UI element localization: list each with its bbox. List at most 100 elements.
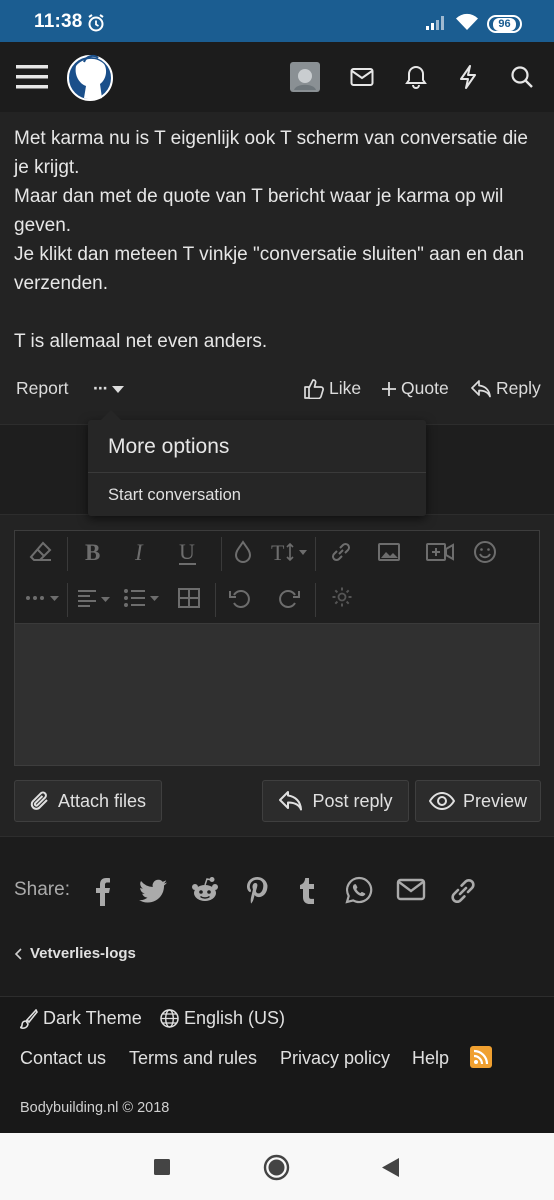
facebook-icon[interactable] <box>92 876 112 906</box>
toolbar-divider <box>67 583 68 617</box>
reply-button[interactable]: Reply <box>471 378 541 399</box>
reddit-icon[interactable] <box>190 876 220 904</box>
redo-icon[interactable] <box>277 586 301 610</box>
svg-text:B: B <box>85 540 100 564</box>
link-icon[interactable] <box>329 540 353 564</box>
site-logo[interactable] <box>66 52 114 102</box>
search-icon <box>510 65 534 89</box>
eye-icon <box>428 792 455 810</box>
font-size-icon[interactable]: T <box>271 540 311 564</box>
copyright-text: Bodybuilding.nl © 2018 <box>20 1100 170 1116</box>
toolbar-divider <box>215 583 216 617</box>
privacy-policy-link[interactable]: Privacy policy <box>280 1048 390 1069</box>
whatsapp-icon[interactable] <box>345 876 373 904</box>
post-paragraph: T is allemaal net even anders. <box>14 331 268 352</box>
underline-icon[interactable]: U <box>177 540 199 566</box>
paperclip-icon <box>30 790 50 812</box>
toolbar-divider <box>315 537 316 571</box>
image-icon[interactable] <box>377 540 401 564</box>
post-reply-button[interactable]: Post reply <box>262 780 409 822</box>
svg-text:I: I <box>134 540 144 564</box>
table-icon[interactable] <box>177 586 201 610</box>
color-drop-icon[interactable] <box>233 540 253 564</box>
italic-icon[interactable]: I <box>132 540 150 564</box>
more-tools-icon[interactable] <box>25 586 63 610</box>
rss-icon[interactable] <box>470 1046 492 1068</box>
terms-link[interactable]: Terms and rules <box>129 1048 257 1069</box>
recents-icon[interactable] <box>154 1159 170 1175</box>
alerts-button[interactable] <box>396 42 436 112</box>
bold-icon[interactable]: B <box>83 540 103 564</box>
ellipsis-icon: ··· <box>93 378 109 398</box>
message-textarea[interactable] <box>15 623 539 765</box>
help-link[interactable]: Help <box>412 1048 449 1069</box>
menu-button[interactable] <box>10 42 54 112</box>
email-icon[interactable] <box>396 876 426 902</box>
dropdown-arrow <box>100 410 122 421</box>
smiley-icon[interactable] <box>473 540 497 564</box>
menu-divider <box>88 472 426 473</box>
chevron-left-icon <box>14 947 22 960</box>
envelope-icon <box>350 67 374 87</box>
battery-icon: 96 <box>487 15 522 33</box>
alarm-icon <box>86 13 106 33</box>
post-message: Met karma nu is T eigenlijk ook T scherm… <box>0 112 554 424</box>
attach-files-button[interactable]: Attach files <box>14 780 162 822</box>
toolbar-divider <box>221 537 222 571</box>
avatar[interactable] <box>285 42 325 112</box>
toolbar-divider <box>315 583 316 617</box>
quote-button[interactable]: Quote <box>382 378 449 399</box>
tumblr-icon[interactable] <box>298 876 318 906</box>
signal-icon <box>426 14 448 30</box>
search-button[interactable] <box>502 42 542 112</box>
globe-icon <box>160 1009 179 1028</box>
reply-icon <box>278 790 304 812</box>
undo-icon[interactable] <box>228 586 252 610</box>
like-label: Like <box>329 378 362 398</box>
list-icon[interactable] <box>123 586 163 610</box>
align-icon[interactable] <box>77 586 115 610</box>
thumbs-up-icon <box>304 378 324 399</box>
toolbar-row-2 <box>15 577 539 623</box>
media-icon[interactable] <box>426 540 454 564</box>
whats-new-button[interactable] <box>448 42 488 112</box>
paintbrush-icon <box>20 1008 38 1029</box>
link-icon[interactable] <box>448 876 478 906</box>
breadcrumb[interactable]: Vetverlies-logs <box>14 945 136 962</box>
preview-button[interactable]: Preview <box>415 780 541 822</box>
twitter-icon[interactable] <box>138 876 168 904</box>
language-label: English (US) <box>184 1008 286 1028</box>
bell-icon <box>405 65 427 89</box>
start-conversation-item[interactable]: Start conversation <box>108 486 241 505</box>
like-button[interactable]: Like <box>304 378 361 399</box>
report-label: Report <box>16 378 69 398</box>
status-bar: 11:38 96 <box>0 0 554 42</box>
toolbar-row-1: B I U T <box>15 531 539 577</box>
gear-icon[interactable] <box>331 586 353 608</box>
reply-label: Reply <box>496 378 541 398</box>
post-body: Met karma nu is T eigenlijk ook T scherm… <box>14 124 544 356</box>
language-chooser-link[interactable]: English (US) <box>160 1008 285 1029</box>
quote-label: Quote <box>401 378 449 398</box>
android-navigation-bar <box>0 1133 554 1200</box>
contact-us-link[interactable]: Contact us <box>20 1048 106 1069</box>
reply-icon <box>471 379 491 398</box>
style-chooser-link[interactable]: Dark Theme <box>20 1008 142 1029</box>
more-options-button[interactable]: ··· <box>93 378 125 399</box>
home-icon[interactable] <box>263 1154 290 1181</box>
post-actions: Report ··· Like Quote Reply <box>0 374 554 406</box>
more-options-menu: More options Start conversation <box>88 420 426 516</box>
chevron-down-icon <box>112 385 125 393</box>
inbox-button[interactable] <box>342 42 382 112</box>
breadcrumb-label: Vetverlies-logs <box>30 945 136 962</box>
eraser-icon[interactable] <box>29 540 53 564</box>
plus-icon <box>382 381 396 396</box>
post-reply-label: Post reply <box>312 790 393 811</box>
attach-files-label: Attach files <box>57 790 147 811</box>
report-button[interactable]: Report <box>16 378 69 399</box>
battery-level: 96 <box>493 18 516 31</box>
share-block <box>0 836 554 996</box>
rich-text-editor: B I U T <box>14 530 540 766</box>
pinterest-icon[interactable] <box>245 876 269 906</box>
back-icon[interactable] <box>382 1158 400 1177</box>
